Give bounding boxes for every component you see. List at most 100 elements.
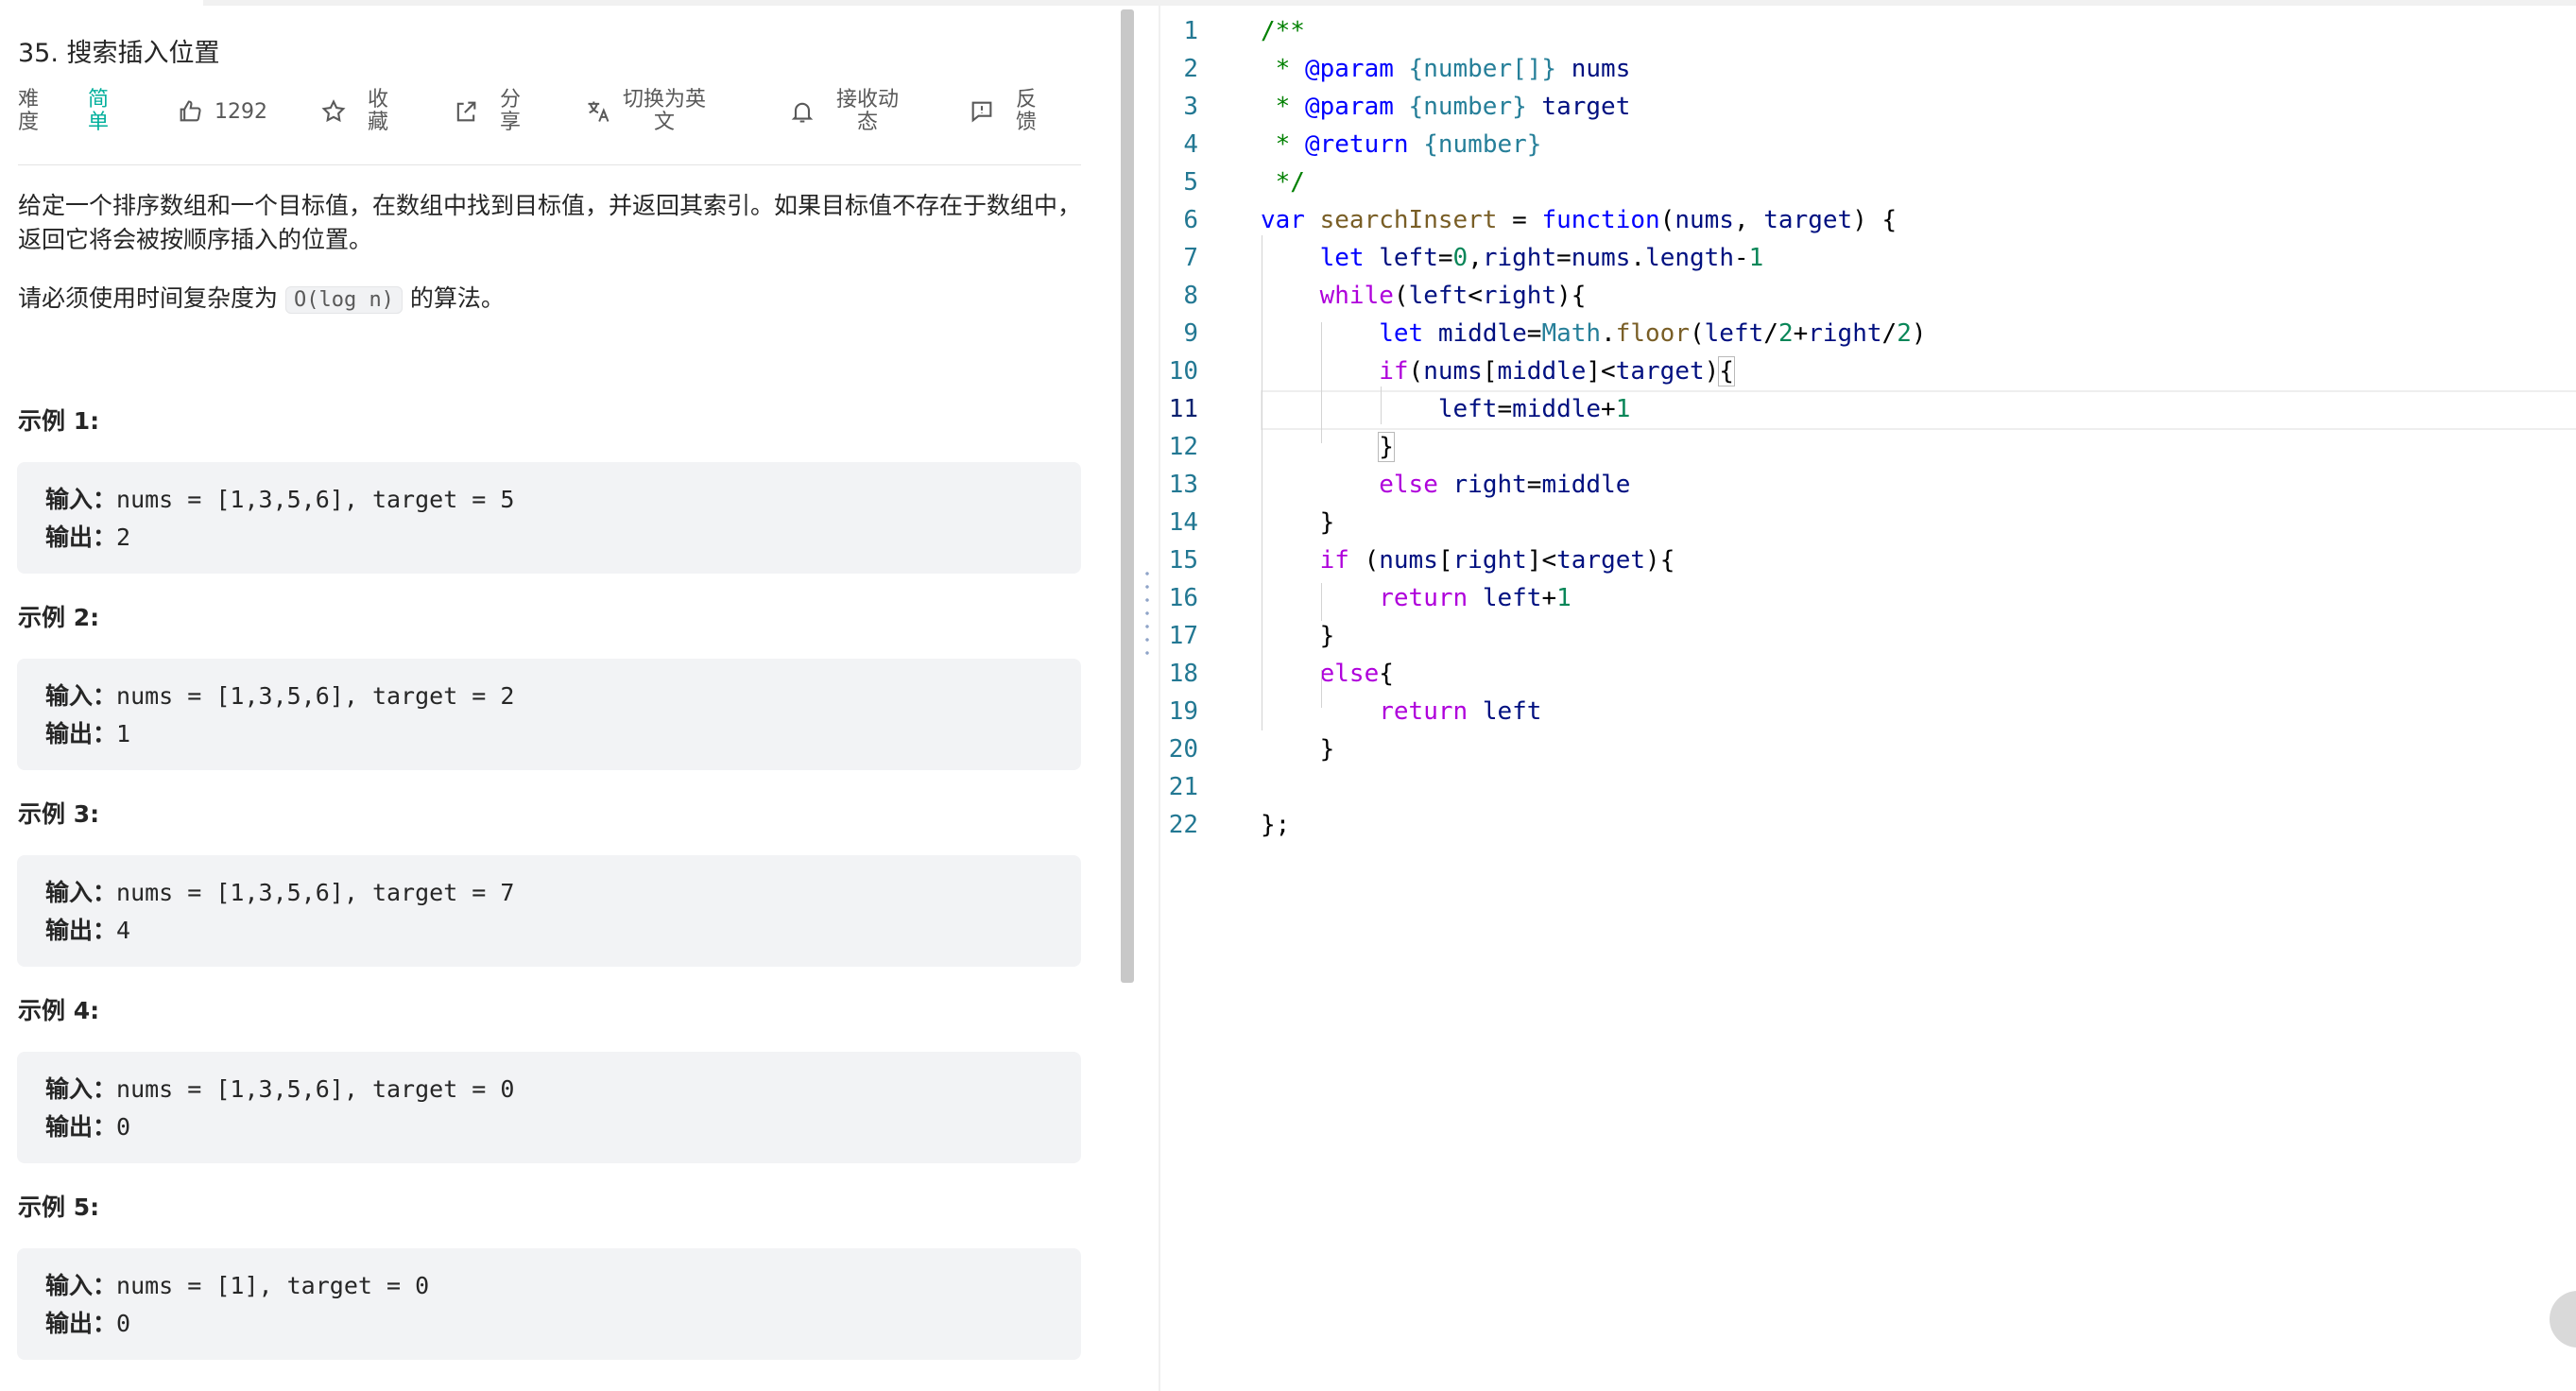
line-text: while(left<right){ (1261, 277, 1587, 315)
code-line[interactable]: 10 if(nums[middle]<target){ (1160, 352, 2576, 390)
code-line[interactable]: 14 } (1160, 504, 2576, 541)
example-1-block: 输入：nums = [1,3,5,6], target = 5 输出：2 (17, 462, 1081, 574)
example-2-block: 输入：nums = [1,3,5,6], target = 2 输出：1 (17, 659, 1081, 770)
code-token: + (1601, 395, 1616, 423)
complexity-code: O(log n) (284, 286, 403, 314)
code-editor[interactable]: 1/** 2 * @param {number[]} nums 3 * @param… (1159, 6, 2576, 1391)
code-token: [ (1437, 546, 1453, 575)
bell-icon (789, 98, 816, 125)
difficulty-label: 难 度 (18, 88, 40, 134)
code-line[interactable]: 15 if (nums[right]<target){ (1160, 541, 2576, 579)
line-number: 17 (1168, 622, 1198, 650)
line-number: 10 (1168, 357, 1198, 386)
code-token: middle (1512, 395, 1602, 423)
problem-meta-bar: 难 度 简 单 1292 收 藏 分 享 切换为英 文 接收动 态 反 馈 (18, 85, 1076, 138)
code-token: middle (1437, 319, 1527, 348)
code-token: 2 (1777, 319, 1794, 348)
line-text: left=middle+1 (1261, 390, 1631, 428)
code-line[interactable]: 19 return left (1160, 693, 2576, 730)
code-token: * (1261, 55, 1305, 83)
share-button[interactable]: 分 享 (453, 85, 521, 138)
code-line[interactable]: 5 */ (1160, 163, 2576, 201)
code-line[interactable]: 1 /** (1160, 12, 2576, 50)
line-number: 7 (1183, 244, 1198, 272)
code-line[interactable]: 2 * @param {number[]} nums (1160, 50, 2576, 88)
code-line[interactable]: 4 * @return {number} (1160, 126, 2576, 163)
code-token: , (1733, 206, 1764, 234)
code-token: ) { (1852, 206, 1898, 234)
code-line[interactable]: 22}; (1160, 806, 2576, 844)
line-text: return left+1 (1261, 579, 1571, 617)
code-token: left (1379, 244, 1438, 272)
code-token: / (1763, 319, 1778, 348)
code-line[interactable]: 11 left=middle+1 (1160, 390, 2576, 430)
code-line[interactable]: 21 (1160, 768, 2576, 806)
code-token: ){ (1556, 282, 1587, 310)
code-token: . (1630, 244, 1646, 272)
code-token: < (1468, 282, 1483, 310)
code-token: @param (1304, 55, 1394, 83)
subscribe-button[interactable]: 接收动 态 (789, 85, 899, 138)
code-line[interactable]: 9 let middle=Math.floor(left/2+right/2) (1160, 315, 2576, 352)
code-token: }; (1261, 811, 1291, 839)
code-line[interactable]: 6 var searchInsert = function(nums, targe… (1160, 201, 2576, 239)
code-token: = (1526, 319, 1542, 348)
line-number: 5 (1183, 168, 1198, 197)
code-line[interactable]: 20 } (1160, 730, 2576, 768)
line-number: 22 (1168, 811, 1198, 839)
description-paragraph-2: 请必须使用时间复杂度为 O(log n) 的算法。 (18, 284, 505, 314)
code-token: * (1261, 130, 1305, 159)
code-token: / (1881, 319, 1898, 348)
code-line[interactable]: 3 * @param {number} target (1160, 88, 2576, 126)
star-icon (320, 98, 347, 125)
code-token: middle (1497, 357, 1587, 386)
example-2-title: 示例 2: (18, 604, 100, 631)
line-text: } (1261, 730, 1335, 768)
collect-button[interactable]: 收 藏 (320, 85, 388, 138)
code-token: ( (1690, 319, 1705, 348)
problem-description: 给定一个排序数组和一个目标值，在数组中找到目标值，并返回其索引。如果目标值不存在… (18, 189, 1081, 342)
code-token: = (1556, 244, 1571, 272)
code-token: - (1733, 244, 1749, 272)
floating-action-button[interactable] (2550, 1291, 2576, 1348)
code-token: {number} (1393, 93, 1527, 121)
code-token: } (1261, 735, 1335, 764)
code-line[interactable]: 18 else{ (1160, 655, 2576, 693)
like-button[interactable]: 1292 (177, 85, 267, 138)
code-token: return (1379, 697, 1468, 726)
translate-button[interactable]: 切换为英 文 (585, 85, 706, 138)
feedback-button[interactable]: 反 馈 (969, 85, 1037, 138)
example-5-block: 输入：nums = [1], target = 0 输出：0 (17, 1248, 1081, 1360)
code-line[interactable]: 17 } (1160, 617, 2576, 655)
code-line[interactable]: 13 else right=middle (1160, 466, 2576, 504)
code-token: ( (1659, 206, 1675, 234)
code-token: [ (1482, 357, 1498, 386)
line-text: /** (1261, 12, 1305, 50)
line-text: } (1261, 504, 1335, 541)
code-token: + (1541, 584, 1557, 612)
code-token: return (1379, 584, 1468, 612)
line-text: } (1261, 428, 1395, 466)
code-line[interactable]: 16 return left+1 (1160, 579, 2576, 617)
line-number: 21 (1168, 773, 1198, 801)
code-token: while (1319, 282, 1394, 310)
code-token: right (1452, 546, 1527, 575)
code-token: 2 (1897, 319, 1912, 348)
code-line[interactable]: 8 while(left<right){ (1160, 277, 2576, 315)
code-token: } (1378, 432, 1395, 462)
code-line[interactable]: 12 } (1160, 428, 2576, 466)
line-number: 11 (1168, 395, 1198, 423)
code-token: right (1808, 319, 1882, 348)
code-token: * (1261, 93, 1305, 121)
line-number: 2 (1183, 55, 1198, 83)
code-token: if (1379, 357, 1409, 386)
code-line[interactable]: 7 let left=0,right=nums.length-1 (1160, 239, 2576, 277)
